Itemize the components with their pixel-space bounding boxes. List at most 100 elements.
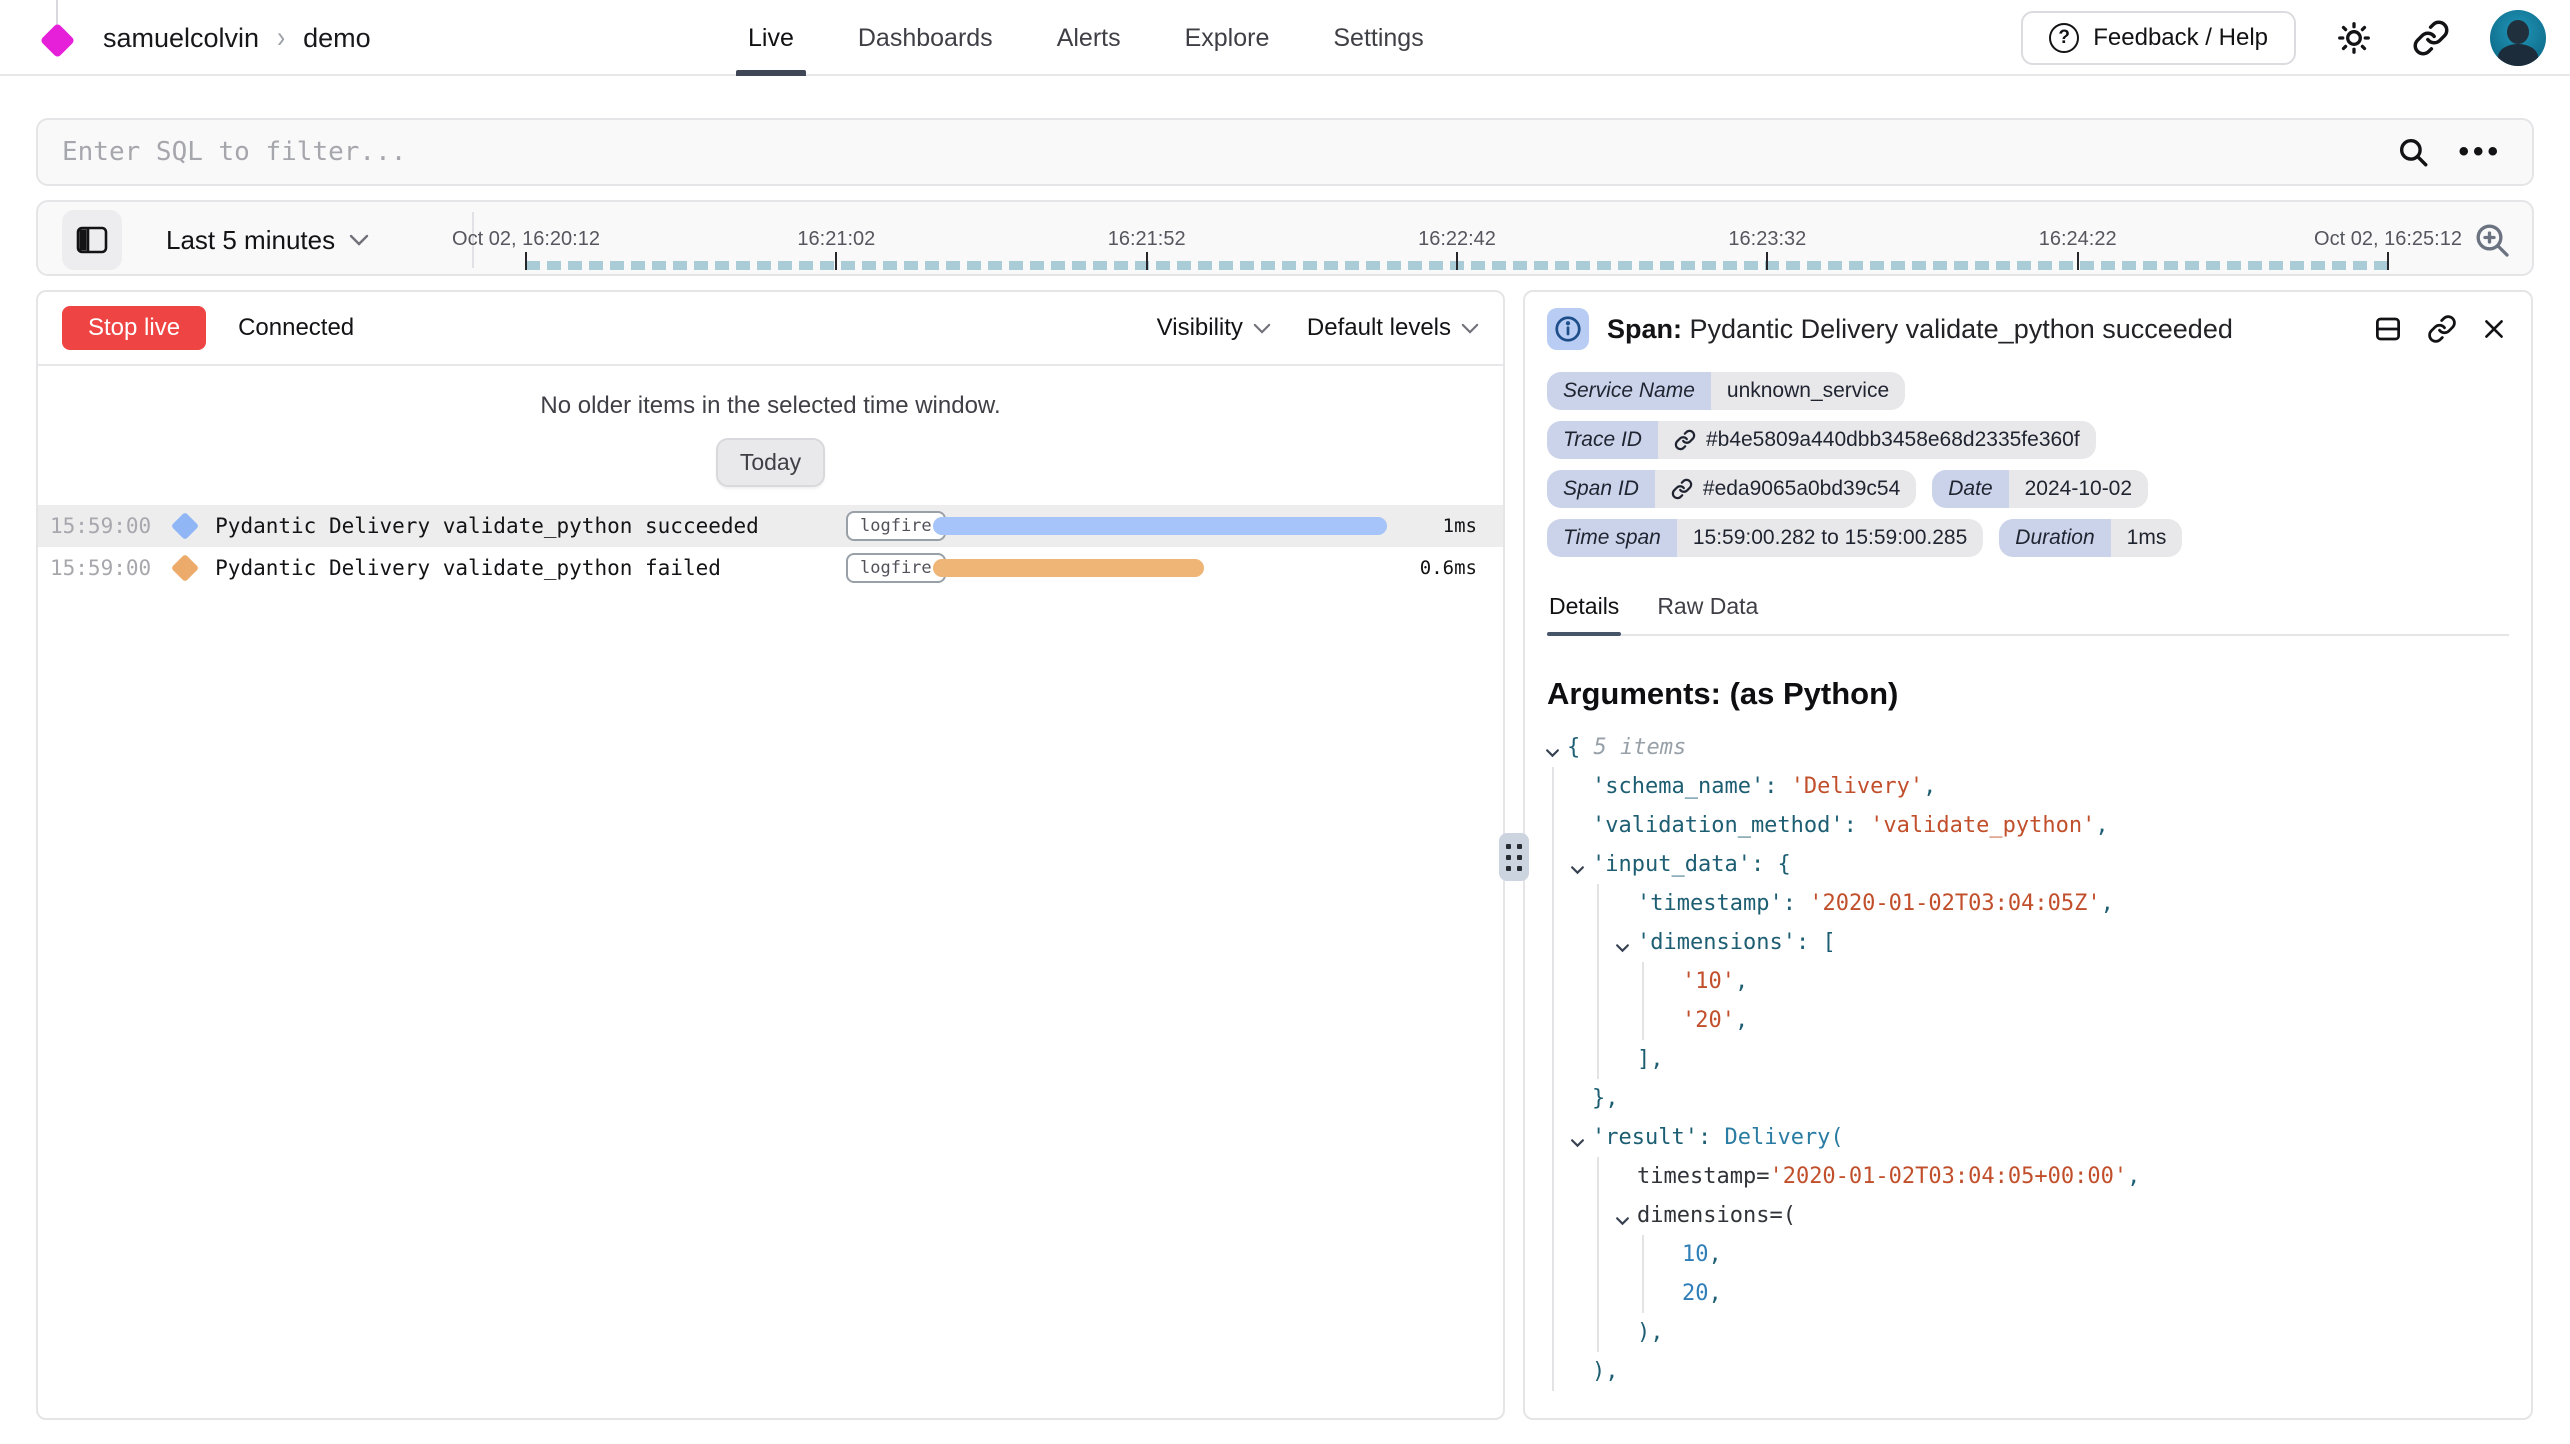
breadcrumb: samuelcolvin › demo <box>103 0 371 76</box>
attribute-badge-trace-id[interactable]: Trace ID#b4e5809a440dbb3458e68d2335fe360… <box>1547 421 2096 459</box>
badge-label: Date <box>1932 470 2008 508</box>
nav-tab-explore[interactable]: Explore <box>1185 0 1270 76</box>
panel-resize-handle[interactable] <box>1499 833 1529 881</box>
token-p: : <box>1698 1125 1725 1150</box>
code-line: ), <box>1547 1313 2509 1352</box>
stop-live-button[interactable]: Stop live <box>62 306 206 350</box>
token-w: timestamp= <box>1637 1164 1769 1189</box>
logo-trace-line <box>56 0 58 26</box>
main-nav: Live Dashboards Alerts Explore Settings <box>748 0 1424 76</box>
badge-value-text: #b4e5809a440dbb3458e68d2335fe360f <box>1706 428 2080 452</box>
copy-link-icon[interactable] <box>2427 314 2457 344</box>
attribute-badge-time-span[interactable]: Time span15:59:00.282 to 15:59:00.285 <box>1547 519 1983 557</box>
timeline-tick-label: Oct 02, 16:25:12 <box>2314 228 2462 251</box>
theme-toggle-sun-icon[interactable] <box>2336 20 2372 56</box>
badge-row: Span ID#eda9065a0bd39c54 Date2024-10-02 <box>1547 470 2509 508</box>
token-w: dimensions=( <box>1637 1203 1796 1228</box>
timeline-tick-label: 16:24:22 <box>2039 228 2117 251</box>
more-options-icon[interactable]: ••• <box>2458 137 2502 167</box>
nav-tab-live[interactable]: Live <box>748 0 794 76</box>
nav-tab-settings[interactable]: Settings <box>1333 0 1423 76</box>
indent-guide <box>1552 1157 1554 1196</box>
badge-value: unknown_service <box>1711 372 1905 410</box>
code-line-text: 'timestamp': '2020-01-02T03:04:05Z', <box>1637 884 2114 923</box>
log-row[interactable]: 15:59:00Pydantic Delivery validate_pytho… <box>38 505 1503 547</box>
collapse-chevron-icon[interactable] <box>1570 856 1585 881</box>
indent-guide <box>1642 1235 1644 1274</box>
indent-guide <box>1597 1001 1599 1040</box>
attribute-badge-date[interactable]: Date2024-10-02 <box>1932 470 2148 508</box>
log-duration-bar <box>933 559 1204 577</box>
indent-guide <box>1597 923 1599 962</box>
code-line: dimensions=( <box>1547 1196 2509 1235</box>
timeline-tick-label: 16:21:52 <box>1108 228 1186 251</box>
collapse-chevron-icon[interactable] <box>1615 934 1630 959</box>
token-k: 'input_data' <box>1592 852 1751 877</box>
indent-guide <box>1597 1274 1599 1313</box>
code-line-text: ), <box>1637 1313 1664 1352</box>
indent-guide <box>1642 1274 1644 1313</box>
visibility-dropdown[interactable]: Visibility <box>1157 314 1271 342</box>
span-title-text: Pydantic Delivery validate_python succee… <box>1690 314 2233 344</box>
indent-guide <box>1597 1313 1599 1352</box>
nav-tab-alerts[interactable]: Alerts <box>1057 0 1121 76</box>
token-s: '2020-01-02T03:04:05Z' <box>1809 891 2100 916</box>
breadcrumb-org[interactable]: samuelcolvin <box>103 23 259 54</box>
feedback-help-button[interactable]: ? Feedback / Help <box>2021 11 2296 65</box>
detail-tab-details[interactable]: Details <box>1547 593 1621 634</box>
code-line: 'result': Delivery( <box>1547 1118 2509 1157</box>
code-line: }, <box>1547 1079 2509 1118</box>
share-link-icon[interactable] <box>2412 19 2450 57</box>
sql-filter-input[interactable] <box>62 137 2396 167</box>
code-line: 'timestamp': '2020-01-02T03:04:05Z', <box>1547 884 2509 923</box>
date-chip-today[interactable]: Today <box>716 438 825 487</box>
indent-guide <box>1552 1040 1554 1079</box>
timeline-tick-label: 16:23:32 <box>1728 228 1806 251</box>
timeline-tick-mark <box>1766 252 1768 270</box>
live-panel-header: Stop live Connected Visibility Default l… <box>38 292 1503 366</box>
code-line-text: 20, <box>1682 1274 1722 1313</box>
attribute-badge-duration[interactable]: Duration1ms <box>1999 519 2182 557</box>
token-m: 5 items <box>1594 735 1687 760</box>
code-line: 'dimensions': [ <box>1547 923 2509 962</box>
indent-guide <box>1552 1118 1554 1157</box>
close-icon[interactable] <box>2481 316 2507 342</box>
code-line-text: '10', <box>1682 962 1748 1001</box>
token-p: : <box>1764 774 1791 799</box>
log-level-diamond-icon <box>171 512 199 540</box>
collapse-chevron-icon[interactable] <box>1570 1129 1585 1154</box>
feedback-help-label: Feedback / Help <box>2093 24 2268 52</box>
log-row-scope-tag: logfire <box>846 511 946 541</box>
attribute-badge-service-name[interactable]: Service Nameunknown_service <box>1547 372 1905 410</box>
badge-value: 1ms <box>2111 519 2183 557</box>
code-line: { 5 items <box>1547 728 2509 767</box>
user-avatar[interactable] <box>2490 10 2546 66</box>
timeline-tick-mark <box>1146 252 1148 270</box>
dock-panel-icon[interactable] <box>2373 314 2403 344</box>
breadcrumb-project[interactable]: demo <box>303 23 371 54</box>
default-levels-dropdown[interactable]: Default levels <box>1307 314 1479 342</box>
attribute-badge-span-id[interactable]: Span ID#eda9065a0bd39c54 <box>1547 470 1916 508</box>
logfire-logo-icon[interactable] <box>40 23 75 58</box>
info-icon <box>1547 308 1589 350</box>
detail-tab-raw-data[interactable]: Raw Data <box>1655 593 1760 634</box>
search-icon[interactable] <box>2396 135 2430 169</box>
badge-label: Duration <box>1999 519 2110 557</box>
code-line: 'schema_name': 'Delivery', <box>1547 767 2509 806</box>
arguments-code-tree: { 5 items'schema_name': 'Delivery','vali… <box>1547 728 2509 1391</box>
indent-guide <box>1552 1274 1554 1313</box>
code-line-text: 'schema_name': 'Delivery', <box>1592 767 1936 806</box>
nav-tab-dashboards[interactable]: Dashboards <box>858 0 993 76</box>
timeline-zoom-in-icon[interactable] <box>2472 220 2512 260</box>
code-line-text: ], <box>1637 1040 1664 1079</box>
log-row[interactable]: 15:59:00Pydantic Delivery validate_pytho… <box>38 547 1503 589</box>
badge-value: #b4e5809a440dbb3458e68d2335fe360f <box>1658 421 2096 459</box>
timeline[interactable]: Oct 02, 16:20:1216:21:0216:21:5216:22:42… <box>38 202 2532 274</box>
indent-guide <box>1642 962 1644 1001</box>
span-detail-header: Span: Pydantic Delivery validate_python … <box>1547 292 2509 350</box>
token-k: 'schema_name' <box>1592 774 1764 799</box>
code-line: '10', <box>1547 962 2509 1001</box>
collapse-chevron-icon[interactable] <box>1615 1207 1630 1232</box>
collapse-chevron-icon[interactable] <box>1545 739 1560 764</box>
connection-status: Connected <box>238 314 354 342</box>
